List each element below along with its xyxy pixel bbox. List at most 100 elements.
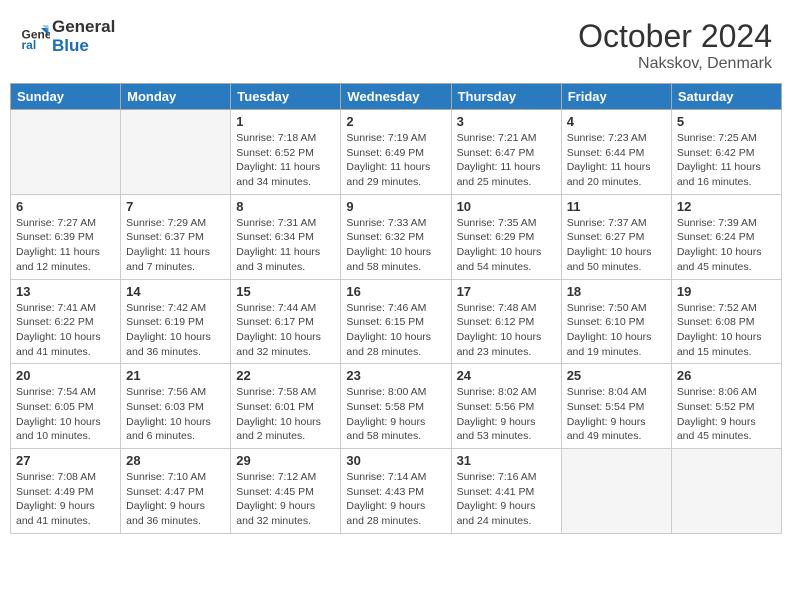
day-number: 1 [236, 114, 335, 129]
weekday-saturday: Saturday [671, 84, 781, 110]
day-number: 27 [16, 453, 115, 468]
day-info: Sunrise: 7:19 AM Sunset: 6:49 PM Dayligh… [346, 131, 445, 190]
day-number: 26 [677, 368, 776, 383]
day-cell: 10 Sunrise: 7:35 AM Sunset: 6:29 PM Dayli… [451, 194, 561, 279]
weekday-sunday: Sunday [11, 84, 121, 110]
day-info: Sunrise: 8:02 AM Sunset: 5:56 PM Dayligh… [457, 385, 556, 444]
day-info: Sunrise: 7:08 AM Sunset: 4:49 PM Dayligh… [16, 470, 115, 529]
day-cell: 2 Sunrise: 7:19 AM Sunset: 6:49 PM Daylig… [341, 110, 451, 195]
day-info: Sunrise: 8:06 AM Sunset: 5:52 PM Dayligh… [677, 385, 776, 444]
day-cell: 16 Sunrise: 7:46 AM Sunset: 6:15 PM Dayli… [341, 279, 451, 364]
day-info: Sunrise: 7:16 AM Sunset: 4:41 PM Dayligh… [457, 470, 556, 529]
day-number: 23 [346, 368, 445, 383]
logo-icon: Gene ral [20, 22, 50, 52]
location-title: Nakskov, Denmark [578, 55, 772, 73]
day-info: Sunrise: 7:21 AM Sunset: 6:47 PM Dayligh… [457, 131, 556, 190]
logo: Gene ral Gene ral Blue [20, 18, 115, 55]
day-number: 31 [457, 453, 556, 468]
logo-general: Gene [52, 17, 95, 36]
day-cell: 18 Sunrise: 7:50 AM Sunset: 6:10 PM Dayli… [561, 279, 671, 364]
day-cell: 29Sunrise: 7:12 AM Sunset: 4:45 PM Dayli… [231, 449, 341, 534]
day-info: Sunrise: 7:39 AM Sunset: 6:24 PM Dayligh… [677, 216, 776, 275]
day-cell: 13 Sunrise: 7:41 AM Sunset: 6:22 PM Dayli… [11, 279, 121, 364]
day-cell: 6Sunrise: 7:27 AM Sunset: 6:39 PM Daylig… [11, 194, 121, 279]
day-info: Sunrise: 7:44 AM Sunset: 6:17 PM Dayligh… [236, 301, 335, 360]
day-number: 16 [346, 284, 445, 299]
week-row-2: 6Sunrise: 7:27 AM Sunset: 6:39 PM Daylig… [11, 194, 782, 279]
day-number: 22 [236, 368, 335, 383]
week-row-3: 13 Sunrise: 7:41 AM Sunset: 6:22 PM Dayli… [11, 279, 782, 364]
day-info: Sunrise: 7:31 AM Sunset: 6:34 PM Dayligh… [236, 216, 335, 275]
day-number: 7 [126, 199, 225, 214]
day-info: Sunrise: 7:29 AM Sunset: 6:37 PM Dayligh… [126, 216, 225, 275]
day-info: Sunrise: 7:14 AM Sunset: 4:43 PM Dayligh… [346, 470, 445, 529]
title-block: October 2024 Nakskov, Denmark [578, 18, 772, 73]
day-cell [121, 110, 231, 195]
day-number: 4 [567, 114, 666, 129]
week-row-5: 27 Sunrise: 7:08 AM Sunset: 4:49 PM Dayli… [11, 449, 782, 534]
day-cell: 15 Sunrise: 7:44 AM Sunset: 6:17 PM Dayli… [231, 279, 341, 364]
day-number: 30 [346, 453, 445, 468]
day-number: 11 [567, 199, 666, 214]
day-info: Sunrise: 7:33 AM Sunset: 6:32 PM Dayligh… [346, 216, 445, 275]
day-number: 10 [457, 199, 556, 214]
day-cell: 19 Sunrise: 7:52 AM Sunset: 6:08 PM Dayli… [671, 279, 781, 364]
day-info: Sunrise: 7:50 AM Sunset: 6:10 PM Dayligh… [567, 301, 666, 360]
calendar-body: 1 Sunrise: 7:18 AM Sunset: 6:52 PM Daylig… [11, 110, 782, 534]
day-info: Sunrise: 7:54 AM Sunset: 6:05 PM Dayligh… [16, 385, 115, 444]
day-number: 25 [567, 368, 666, 383]
week-row-1: 1 Sunrise: 7:18 AM Sunset: 6:52 PM Daylig… [11, 110, 782, 195]
day-number: 13 [16, 284, 115, 299]
weekday-thursday: Thursday [451, 84, 561, 110]
logo-blue: Blue [52, 37, 115, 56]
day-info: Sunrise: 7:52 AM Sunset: 6:08 PM Dayligh… [677, 301, 776, 360]
day-number: 21 [126, 368, 225, 383]
weekday-tuesday: Tuesday [231, 84, 341, 110]
day-cell: 14Sunrise: 7:42 AM Sunset: 6:19 PM Dayli… [121, 279, 231, 364]
day-cell: 4 Sunrise: 7:23 AM Sunset: 6:44 PM Daylig… [561, 110, 671, 195]
day-cell: 9 Sunrise: 7:33 AM Sunset: 6:32 PM Daylig… [341, 194, 451, 279]
day-cell [11, 110, 121, 195]
day-cell: 17 Sunrise: 7:48 AM Sunset: 6:12 PM Dayli… [451, 279, 561, 364]
day-info: Sunrise: 7:25 AM Sunset: 6:42 PM Dayligh… [677, 131, 776, 190]
day-cell: 23Sunrise: 8:00 AM Sunset: 5:58 PM Dayli… [341, 364, 451, 449]
day-cell: 20 Sunrise: 7:54 AM Sunset: 6:05 PM Dayli… [11, 364, 121, 449]
svg-text:ral: ral [22, 38, 37, 52]
day-cell: 5 Sunrise: 7:25 AM Sunset: 6:42 PM Daylig… [671, 110, 781, 195]
day-info: Sunrise: 7:41 AM Sunset: 6:22 PM Dayligh… [16, 301, 115, 360]
weekday-monday: Monday [121, 84, 231, 110]
day-info: Sunrise: 7:35 AM Sunset: 6:29 PM Dayligh… [457, 216, 556, 275]
day-number: 19 [677, 284, 776, 299]
weekday-wednesday: Wednesday [341, 84, 451, 110]
day-number: 20 [16, 368, 115, 383]
day-number: 15 [236, 284, 335, 299]
day-info: Sunrise: 7:56 AM Sunset: 6:03 PM Dayligh… [126, 385, 225, 444]
day-number: 5 [677, 114, 776, 129]
day-number: 8 [236, 199, 335, 214]
day-cell: 25 Sunrise: 8:04 AM Sunset: 5:54 PM Dayli… [561, 364, 671, 449]
day-cell: 24 Sunrise: 8:02 AM Sunset: 5:56 PM Dayli… [451, 364, 561, 449]
day-info: Sunrise: 7:46 AM Sunset: 6:15 PM Dayligh… [346, 301, 445, 360]
month-title: October 2024 [578, 18, 772, 55]
day-info: Sunrise: 7:23 AM Sunset: 6:44 PM Dayligh… [567, 131, 666, 190]
day-info: Sunrise: 7:42 AM Sunset: 6:19 PM Dayligh… [126, 301, 225, 360]
day-number: 28 [126, 453, 225, 468]
day-number: 12 [677, 199, 776, 214]
day-number: 18 [567, 284, 666, 299]
day-info: Sunrise: 7:12 AM Sunset: 4:45 PM Dayligh… [236, 470, 335, 529]
day-info: Sunrise: 8:04 AM Sunset: 5:54 PM Dayligh… [567, 385, 666, 444]
day-cell [561, 449, 671, 534]
calendar-table: SundayMondayTuesdayWednesdayThursdayFrid… [10, 83, 782, 534]
day-number: 24 [457, 368, 556, 383]
day-cell: 27 Sunrise: 7:08 AM Sunset: 4:49 PM Dayli… [11, 449, 121, 534]
day-cell: 1 Sunrise: 7:18 AM Sunset: 6:52 PM Daylig… [231, 110, 341, 195]
day-number: 9 [346, 199, 445, 214]
day-number: 17 [457, 284, 556, 299]
day-number: 2 [346, 114, 445, 129]
day-info: Sunrise: 7:10 AM Sunset: 4:47 PM Dayligh… [126, 470, 225, 529]
day-cell: 11Sunrise: 7:37 AM Sunset: 6:27 PM Dayli… [561, 194, 671, 279]
day-info: Sunrise: 7:18 AM Sunset: 6:52 PM Dayligh… [236, 131, 335, 190]
day-info: Sunrise: 7:48 AM Sunset: 6:12 PM Dayligh… [457, 301, 556, 360]
day-info: Sunrise: 7:27 AM Sunset: 6:39 PM Dayligh… [16, 216, 115, 275]
week-row-4: 20 Sunrise: 7:54 AM Sunset: 6:05 PM Dayli… [11, 364, 782, 449]
